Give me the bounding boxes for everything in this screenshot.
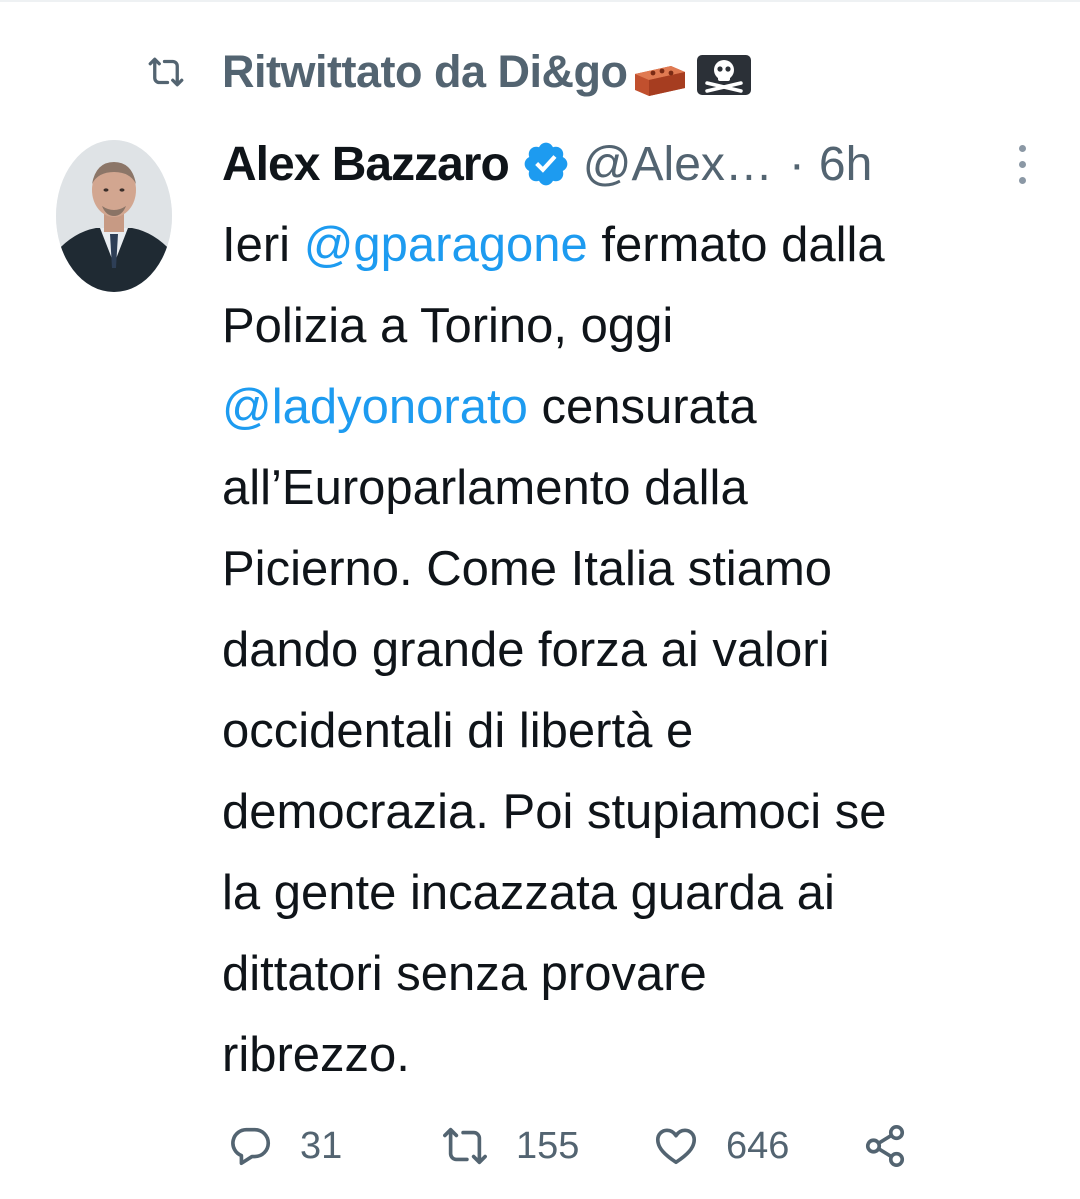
tweet-line: occidentali di libertà e [222, 704, 694, 758]
author-avatar[interactable] [56, 140, 172, 292]
like-count: 646 [726, 1124, 790, 1167]
tweet-line: Ieri @gparagone fermato dalla [222, 205, 1052, 286]
author-name[interactable]: Alex Bazzaro [222, 137, 510, 192]
retweeted-by-label: Ritwittato da Di&go [222, 46, 753, 98]
skull-crossbones-icon [695, 53, 753, 97]
retweet-count: 155 [516, 1124, 580, 1167]
mention-link[interactable]: @ladyonorato [222, 380, 528, 434]
tweet-line: Picierno. Come Italia stiamo [222, 542, 833, 596]
tweet-line: all’Europarlamento dalla [222, 461, 748, 515]
tweet-text-segment: Ieri [222, 218, 304, 272]
top-divider [0, 0, 1080, 2]
retweet-button[interactable]: 155 [440, 1116, 579, 1176]
retweeted-by-text: Ritwittato da Di&go [222, 46, 628, 97]
tweet-line: democrazia. Poi stupiamoci se [222, 785, 887, 839]
tweet-line: dando grande forza ai valori [222, 623, 830, 677]
share-icon [862, 1123, 908, 1169]
tweet-line: @ladyonorato censurata [222, 367, 1052, 448]
retweet-icon [144, 50, 196, 94]
tweet-line: la gente incazzata guarda ai [222, 866, 835, 920]
reply-button[interactable]: 31 [228, 1116, 342, 1176]
tweet-text-segment: censurata [527, 380, 757, 434]
mention-link[interactable]: @gparagone [304, 218, 588, 272]
share-button[interactable] [862, 1116, 908, 1176]
more-options-icon[interactable] [1008, 140, 1036, 188]
tweet-text: Ieri @gparagone fermato dalla Polizia a … [222, 205, 1052, 1096]
header-separator: · [788, 137, 805, 191]
tweet-line: ribrezzo. [222, 1028, 410, 1082]
tweet-timestamp[interactable]: 6h [819, 137, 872, 192]
like-button[interactable]: 646 [652, 1116, 789, 1176]
tweet-text-segment: fermato dalla [587, 218, 885, 272]
author-handle[interactable]: @Alex… [583, 137, 773, 192]
heart-icon [652, 1123, 700, 1169]
retweet-icon [440, 1123, 490, 1169]
tweet-line: dittatori senza provare [222, 947, 707, 1001]
retweeted-by-row[interactable]: Ritwittato da Di&go [144, 40, 753, 104]
tweet-header: Alex Bazzaro @Alex… · 6h [222, 132, 872, 196]
tweet-line: Polizia a Torino, oggi [222, 299, 674, 353]
reply-count: 31 [300, 1124, 343, 1167]
tweet-action-bar: 31 155 646 [222, 1116, 922, 1176]
brick-emoji-icon [631, 57, 689, 97]
verified-badge-icon [521, 139, 571, 189]
reply-icon [228, 1123, 274, 1169]
